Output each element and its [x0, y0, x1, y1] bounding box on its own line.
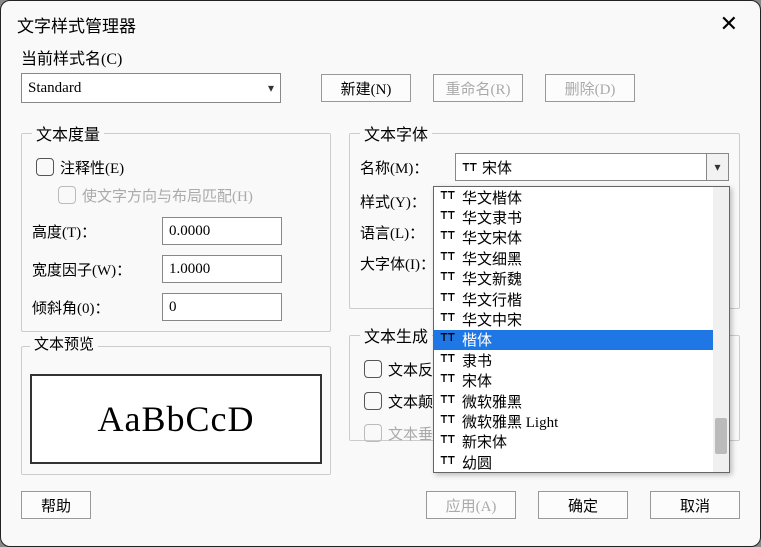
font-legend: 文本字体	[360, 121, 432, 145]
titlebar: 文字样式管理器 ✕	[1, 1, 760, 45]
gen-legend: 文本生成	[360, 323, 432, 347]
truetype-icon	[440, 311, 456, 328]
delete-button: 删除(D)	[545, 74, 635, 102]
font-option[interactable]: 微软雅黑 Light	[434, 411, 713, 431]
preview-group: 文本预览 AaBbCcD	[21, 346, 331, 475]
truetype-icon	[460, 161, 480, 173]
oblique-input[interactable]	[162, 293, 282, 321]
font-name-select[interactable]: 宋体 ▾	[455, 153, 729, 181]
truetype-icon	[440, 291, 456, 308]
font-option[interactable]: 楷体	[434, 330, 713, 350]
truetype-icon	[440, 393, 456, 410]
truetype-icon	[440, 209, 456, 226]
metrics-legend: 文本度量	[32, 121, 104, 145]
truetype-icon	[440, 454, 456, 471]
font-option[interactable]: 华文细黑	[434, 248, 713, 268]
truetype-icon	[440, 331, 456, 348]
preview-sample: AaBbCcD	[30, 374, 322, 464]
new-button[interactable]: 新建(N)	[321, 74, 411, 102]
font-name-label: 名称(M)：	[360, 157, 455, 178]
truetype-icon	[440, 352, 456, 369]
cancel-button[interactable]: 取消	[650, 491, 740, 519]
font-option[interactable]: 华文隶书	[434, 207, 713, 227]
match-orientation-input	[58, 186, 76, 204]
font-option[interactable]: 隶书	[434, 350, 713, 370]
dialog-window: 文字样式管理器 ✕ 当前样式名(C) Standard ▾ 新建(N) 重命名(…	[0, 0, 761, 547]
oblique-label: 倾斜角(0)：	[32, 297, 162, 318]
upsidedown-input[interactable]	[364, 392, 382, 410]
current-style-value: Standard	[28, 80, 81, 97]
rename-button: 重命名(R)	[433, 74, 523, 102]
window-title: 文字样式管理器	[17, 12, 136, 37]
scrollbar[interactable]	[713, 187, 729, 472]
height-label: 高度(T)：	[32, 221, 162, 242]
font-option[interactable]: 华文宋体	[434, 228, 713, 248]
vertical-input	[364, 424, 382, 442]
preview-legend: 文本预览	[30, 333, 98, 354]
truetype-icon	[440, 433, 456, 450]
close-icon[interactable]: ✕	[714, 11, 744, 37]
font-option[interactable]: 新宋体	[434, 432, 713, 452]
annotative-input[interactable]	[36, 158, 54, 176]
ok-button[interactable]: 确定	[538, 491, 628, 519]
truetype-icon	[440, 372, 456, 389]
font-option[interactable]: 华文新魏	[434, 269, 713, 289]
apply-button: 应用(A)	[426, 491, 516, 519]
width-input[interactable]	[162, 255, 282, 283]
chevron-down-icon: ▾	[714, 160, 720, 175]
annotative-checkbox[interactable]: 注释性(E)	[32, 155, 320, 179]
truetype-icon	[440, 413, 456, 430]
backwards-input[interactable]	[364, 360, 382, 378]
font-name-value: 宋体	[480, 157, 706, 178]
help-button[interactable]: 帮助	[21, 491, 91, 519]
truetype-icon	[440, 250, 456, 267]
font-option[interactable]: 微软雅黑	[434, 391, 713, 411]
scrollbar-thumb[interactable]	[715, 418, 727, 454]
current-style-select[interactable]: Standard ▾	[21, 73, 281, 103]
chevron-down-icon: ▾	[268, 81, 274, 96]
truetype-icon	[440, 270, 456, 287]
font-dropdown-list[interactable]: 华文楷体华文隶书华文宋体华文细黑华文新魏华文行楷华文中宋楷体隶书宋体微软雅黑微软…	[433, 186, 730, 473]
match-orientation-checkbox: 使文字方向与布局匹配(H)	[54, 183, 320, 207]
font-option[interactable]: 幼圆	[434, 452, 713, 472]
height-input[interactable]	[162, 217, 282, 245]
font-option[interactable]: 华文中宋	[434, 309, 713, 329]
current-style-label: 当前样式名(C)	[21, 45, 740, 69]
metrics-group: 文本度量 注释性(E) 使文字方向与布局匹配(H) 高度(T)： 宽度因	[21, 121, 331, 332]
truetype-icon	[440, 229, 456, 246]
font-option[interactable]: 宋体	[434, 371, 713, 391]
width-label: 宽度因子(W)：	[32, 259, 162, 280]
font-option[interactable]: 华文行楷	[434, 289, 713, 309]
truetype-icon	[440, 189, 456, 206]
font-option[interactable]: 华文楷体	[434, 187, 713, 207]
